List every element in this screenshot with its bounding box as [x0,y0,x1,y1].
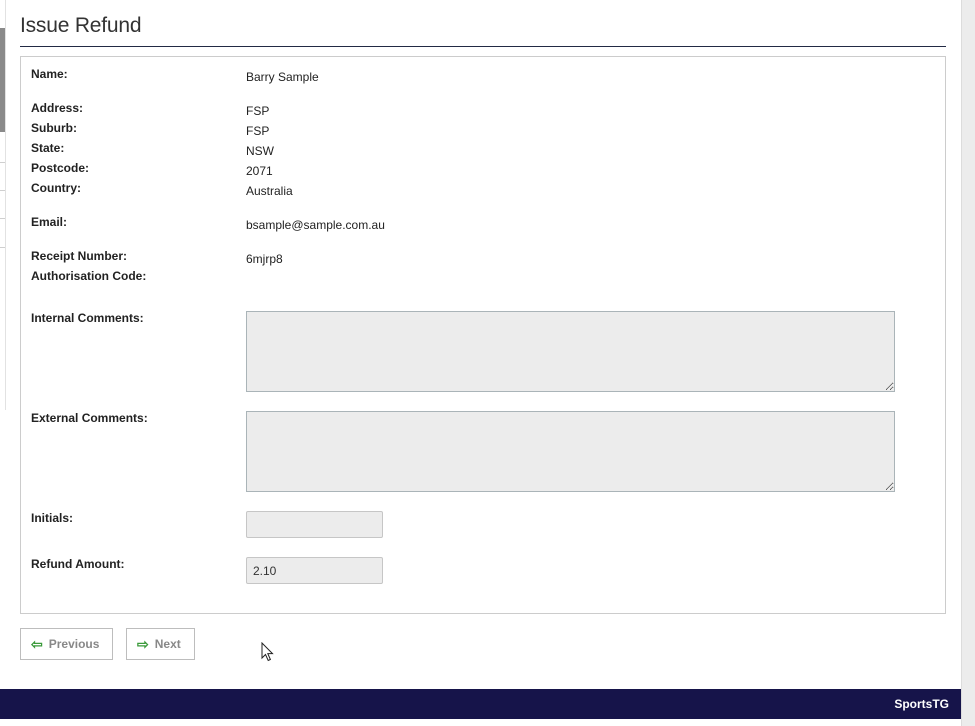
external-comments-label: External Comments: [31,411,148,425]
country-label: Country: [31,181,81,195]
left-scroll-thumb[interactable] [0,28,5,132]
initials-label: Initials: [31,511,74,525]
next-button-label: Next [154,637,181,651]
address-value: FSP [246,104,270,118]
previous-button-label: Previous [48,637,100,651]
suburb-value: FSP [246,124,270,138]
internal-comments-label: Internal Comments: [31,311,144,325]
receipt-number-value: 6mjrp8 [246,252,283,266]
sidebar-divider [0,247,5,248]
refund-amount-label: Refund Amount: [31,557,125,571]
receipt-number-label: Receipt Number: [31,249,128,263]
internal-comments-textarea[interactable] [246,311,895,392]
refund-amount-input[interactable] [246,557,383,584]
next-button[interactable]: ⇨ Next [126,628,195,660]
left-sidebar-edge [0,0,6,410]
vertical-scrollbar[interactable] [961,0,975,726]
suburb-label: Suburb: [31,121,77,135]
sidebar-divider [0,218,5,219]
footer-brand: SportsTG [894,697,949,711]
refund-details-panel: Name: Barry Sample Address: FSP Suburb: … [20,56,946,614]
state-label: State: [31,141,65,155]
state-value: NSW [246,144,274,158]
sidebar-divider [0,162,5,163]
footer-bar: SportsTG [0,689,961,719]
previous-button[interactable]: ⇦ Previous [20,628,113,660]
email-value: bsample@sample.com.au [246,218,385,232]
email-label: Email: [31,215,68,229]
name-label: Name: [31,67,68,81]
page-title: Issue Refund [20,14,142,37]
name-value: Barry Sample [246,70,319,84]
country-value: Australia [246,184,293,198]
arrow-right-icon: ⇨ [137,636,149,652]
arrow-left-icon: ⇦ [31,636,43,652]
sidebar-divider [0,190,5,191]
authorisation-code-label: Authorisation Code: [31,269,147,283]
external-comments-textarea[interactable] [246,411,895,492]
mouse-cursor-icon [261,642,274,662]
initials-input[interactable] [246,511,383,538]
page-header: Issue Refund [20,10,946,47]
address-label: Address: [31,101,84,115]
postcode-label: Postcode: [31,161,90,175]
postcode-value: 2071 [246,164,273,178]
issue-refund-page: Issue Refund Name: Barry Sample Address:… [0,0,975,726]
